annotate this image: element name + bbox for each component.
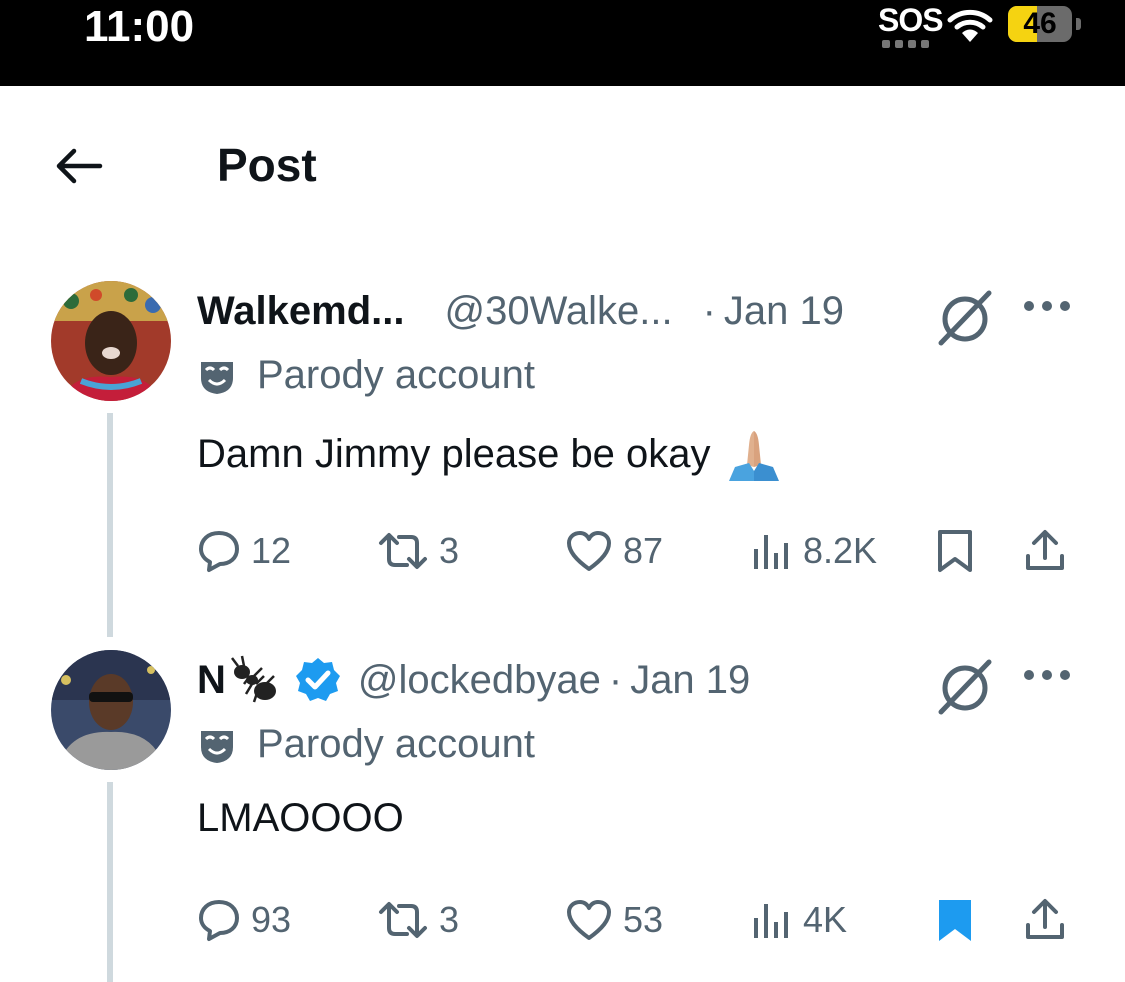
separator-dot: ·: [702, 288, 716, 333]
post-2[interactable]: N @lockedbyae · Jan 19 Parody account LM…: [0, 650, 1125, 982]
avatar-image: [51, 281, 171, 401]
repost-button[interactable]: 3: [377, 521, 459, 581]
more-options-icon[interactable]: [1023, 299, 1071, 313]
like-count: 53: [623, 899, 664, 940]
share-button[interactable]: [1023, 890, 1077, 950]
user-handle[interactable]: @lockedbyae: [358, 658, 601, 703]
parody-label-text: Parody account: [257, 353, 535, 397]
header: Post: [0, 86, 1125, 236]
reply-count: 12: [251, 530, 292, 571]
repost-count: 3: [439, 530, 460, 571]
repost-icon: [379, 902, 427, 938]
post-text: Damn Jimmy please be okay: [197, 425, 783, 483]
display-name[interactable]: N: [197, 658, 226, 703]
post-1[interactable]: Walkemd... @30Walke... · Jan 19 Parody a…: [0, 281, 1125, 637]
avatar[interactable]: [51, 281, 171, 401]
bookmark-icon: [938, 530, 972, 572]
heart-icon: [567, 531, 611, 571]
wifi-icon: [947, 9, 993, 42]
display-name[interactable]: Walkemd...: [197, 289, 404, 334]
back-button[interactable]: [52, 146, 108, 186]
bookmark-button[interactable]: [935, 521, 985, 581]
battery-tip: [1076, 18, 1081, 30]
reply-button[interactable]: 12: [197, 521, 291, 581]
post-text-content: Damn Jimmy please be okay: [197, 431, 711, 476]
status-time: 11:00: [84, 2, 195, 51]
reply-count: 93: [251, 899, 292, 940]
repost-button[interactable]: 3: [377, 890, 459, 950]
battery-indicator: 46: [1008, 6, 1081, 42]
parody-mask-icon: [201, 361, 233, 394]
sos-indicator: SOS: [878, 2, 944, 38]
views-chart-icon: [754, 904, 788, 938]
back-arrow-icon: [56, 148, 103, 184]
post-meta: N @lockedbyae · Jan 19: [197, 650, 1097, 715]
views-button[interactable]: 8.2K: [749, 521, 877, 581]
post-date[interactable]: Jan 19: [630, 658, 750, 703]
ant-emoji: [230, 655, 276, 703]
view-count: 4K: [803, 899, 848, 940]
signal-dots-icon: [882, 40, 929, 48]
avatar[interactable]: [51, 650, 171, 770]
action-bar: 93 3 53 4K: [197, 890, 1077, 950]
views-button[interactable]: 4K: [749, 890, 847, 950]
heart-icon: [567, 900, 611, 940]
parody-label: Parody account: [197, 353, 535, 398]
grok-icon[interactable]: [935, 656, 995, 716]
bookmark-filled-icon: [939, 900, 971, 941]
share-icon: [1026, 899, 1064, 939]
post-text-content: LMAOOOO: [197, 796, 404, 840]
like-count: 87: [623, 530, 664, 571]
post-date[interactable]: Jan 19: [724, 289, 844, 334]
parody-label-text: Parody account: [257, 722, 535, 766]
status-bar: 11:00 SOS 46: [0, 0, 1125, 86]
folded-hands-emoji: [728, 431, 779, 481]
post-text: LMAOOOO: [197, 796, 404, 841]
reply-icon: [199, 531, 239, 572]
like-button[interactable]: 53: [565, 890, 663, 950]
verified-badge-icon[interactable]: [294, 656, 342, 704]
like-button[interactable]: 87: [565, 521, 663, 581]
reply-icon: [199, 900, 239, 941]
thread-line: [107, 413, 113, 637]
reply-button[interactable]: 93: [197, 890, 291, 950]
action-bar: 12 3 87 8.2K: [197, 521, 1077, 581]
parody-mask-icon: [201, 730, 233, 763]
share-button[interactable]: [1023, 521, 1077, 581]
more-options-icon[interactable]: [1023, 668, 1071, 682]
user-handle[interactable]: @30Walke...: [444, 289, 672, 334]
page-title: Post: [217, 139, 317, 191]
thread-line: [107, 782, 113, 982]
avatar-image: [51, 650, 171, 770]
repost-icon: [379, 533, 427, 569]
share-icon: [1026, 530, 1064, 570]
post-meta: Walkemd... @30Walke... · Jan 19: [197, 281, 1097, 346]
separator-dot: ·: [608, 657, 623, 702]
bookmark-button[interactable]: [935, 890, 985, 950]
parody-label: Parody account: [197, 722, 535, 767]
battery-percent: 46: [1023, 7, 1057, 40]
repost-count: 3: [439, 899, 460, 940]
grok-icon[interactable]: [935, 287, 995, 347]
view-count: 8.2K: [803, 530, 878, 571]
views-chart-icon: [754, 535, 788, 569]
